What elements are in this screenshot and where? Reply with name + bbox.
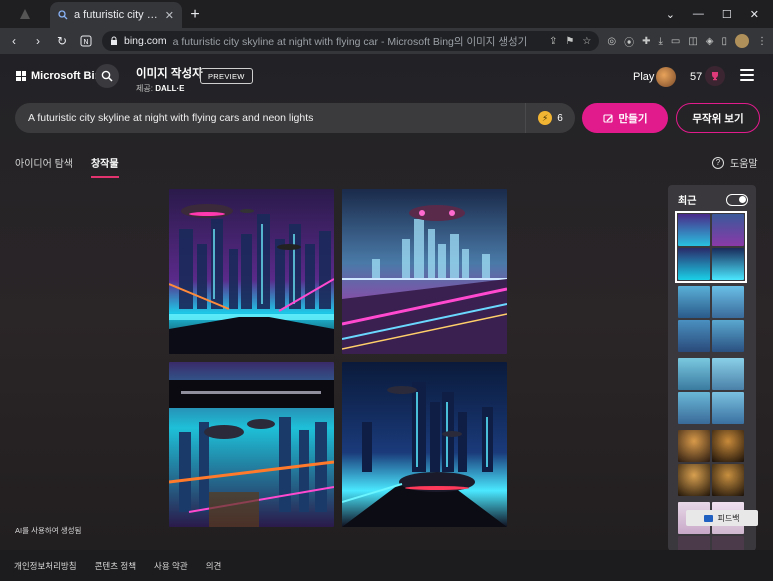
hamburger-menu-icon[interactable] — [740, 69, 754, 81]
powered-by: 제공: DALL·E — [136, 84, 185, 93]
browser-tab-active[interactable]: a futuristic city skyline at ni ✕ — [50, 2, 182, 28]
page-footer: 개인정보처리방침 콘텐츠 정책 사용 약관 의견 — [0, 550, 773, 581]
recent-title: 최근 — [678, 196, 697, 207]
generated-image-1[interactable] — [169, 189, 334, 354]
reload-icon[interactable]: ↻ — [54, 33, 70, 49]
boost-counter[interactable]: ⚡ 6 — [525, 103, 575, 133]
feedback-chat-icon — [704, 514, 714, 522]
svg-text:N: N — [83, 38, 88, 46]
extension-n-icon[interactable]: N — [78, 33, 94, 49]
sidebar-icon[interactable]: ▯ — [721, 36, 727, 47]
boost-bolt-icon: ⚡ — [538, 111, 553, 125]
bookmark-star-icon[interactable]: ☆ — [582, 36, 591, 47]
product-title: 이미지 작성자 — [136, 68, 203, 80]
new-tab-button[interactable]: + — [182, 2, 208, 28]
tab-explore-ideas[interactable]: 아이디어 탐색 — [15, 155, 73, 178]
create-brush-icon — [602, 113, 613, 123]
footer-privacy-link[interactable]: 개인정보처리방침 — [14, 560, 77, 572]
address-bar[interactable]: bing.com a futuristic city skyline at ni… — [102, 31, 600, 51]
recent-set-4[interactable] — [678, 430, 744, 496]
rewards-points[interactable]: 57 — [690, 71, 702, 83]
surprise-me-button[interactable]: 무작위 보기 — [676, 103, 760, 133]
extension-area: ◎ ⦿ ✚ ⤓ ▭ ◫ ◈ ▯ ⋮ — [607, 34, 767, 49]
tab-search-dropdown-icon[interactable]: ⌄ — [666, 8, 675, 21]
window-controls: ⌄ — ☐ ✕ — [666, 0, 773, 28]
user-avatar[interactable] — [656, 67, 676, 87]
recent-toggle[interactable] — [726, 193, 748, 206]
boost-count: 6 — [557, 112, 563, 124]
product-brand: 이미지 작성자 제공: DALL·E — [136, 65, 203, 94]
microsoft-grid-icon — [16, 71, 26, 81]
browser-menu-icon[interactable]: ⋮ — [757, 36, 767, 47]
search-button[interactable] — [95, 64, 119, 88]
extension-icon-2[interactable]: ⦿ — [624, 34, 634, 49]
help-link[interactable]: ? 도움말 — [712, 155, 758, 170]
recent-panel: 최근 — [668, 185, 756, 551]
preview-badge: PREVIEW — [200, 68, 253, 84]
tab-search-icon[interactable] — [0, 0, 50, 28]
download-icon[interactable]: ⤓ — [658, 36, 662, 47]
browser-toolbar: ‹ › ↻ N bing.com a futuristic city skyli… — [0, 28, 773, 54]
minimize-icon[interactable]: — — [693, 8, 704, 20]
bing-favicon-icon — [58, 10, 68, 20]
footer-feedback-link[interactable]: 의견 — [206, 560, 222, 572]
extension-puzzle-icon[interactable]: ✚ — [642, 36, 650, 47]
generated-image-3[interactable] — [169, 362, 334, 527]
prompt-input[interactable] — [15, 103, 525, 133]
feedback-button[interactable]: 피드백 — [686, 510, 758, 526]
tab-close-icon[interactable]: ✕ — [165, 9, 174, 22]
generated-image-2[interactable] — [342, 189, 507, 354]
url-host: bing.com — [124, 35, 167, 47]
tab-title: a futuristic city skyline at ni — [74, 9, 159, 21]
generated-image-grid — [169, 189, 507, 527]
generated-image-4[interactable] — [342, 362, 507, 527]
recent-set-1[interactable] — [675, 211, 747, 283]
extension-icon-3[interactable]: ◫ — [688, 36, 697, 47]
search-icon — [101, 70, 113, 82]
recent-header: 최근 — [668, 185, 756, 207]
close-window-icon[interactable]: ✕ — [750, 8, 759, 21]
play-link[interactable]: Play — [633, 71, 654, 83]
ai-generated-note: AI를 사용하여 생성됨 — [15, 526, 82, 535]
lock-icon[interactable] — [110, 36, 118, 46]
translate-icon[interactable]: ⚑ — [565, 36, 574, 47]
browser-tab-bar: a futuristic city skyline at ni ✕ + ⌄ — … — [0, 0, 773, 28]
extension-icon-4[interactable]: ◈ — [706, 36, 714, 47]
back-icon[interactable]: ‹ — [6, 33, 22, 49]
recent-set-3[interactable] — [678, 358, 744, 424]
rewards-trophy-icon[interactable] — [705, 66, 725, 86]
recent-set-2[interactable] — [678, 286, 744, 352]
footer-terms-link[interactable]: 사용 약관 — [154, 560, 188, 572]
forward-icon[interactable]: › — [30, 33, 46, 49]
profile-avatar[interactable] — [735, 34, 749, 48]
share-icon[interactable]: ⇪ — [549, 36, 557, 47]
maximize-icon[interactable]: ☐ — [722, 8, 732, 21]
create-button[interactable]: 만들기 — [582, 103, 668, 133]
camera-icon[interactable]: ▭ — [671, 36, 680, 47]
url-path: a futuristic city skyline at night with … — [172, 35, 528, 48]
content-tabs: 아이디어 탐색 창작물 — [15, 155, 119, 178]
prompt-bar: ⚡ 6 — [15, 103, 575, 133]
extension-icon-1[interactable]: ◎ — [607, 36, 616, 47]
tab-creations[interactable]: 창작물 — [90, 155, 119, 178]
bing-image-creator-page: Microsoft Bing 이미지 작성자 제공: DALL·E PREVIE… — [0, 54, 773, 581]
help-question-icon: ? — [712, 156, 724, 169]
footer-content-policy-link[interactable]: 콘텐츠 정책 — [95, 560, 136, 572]
